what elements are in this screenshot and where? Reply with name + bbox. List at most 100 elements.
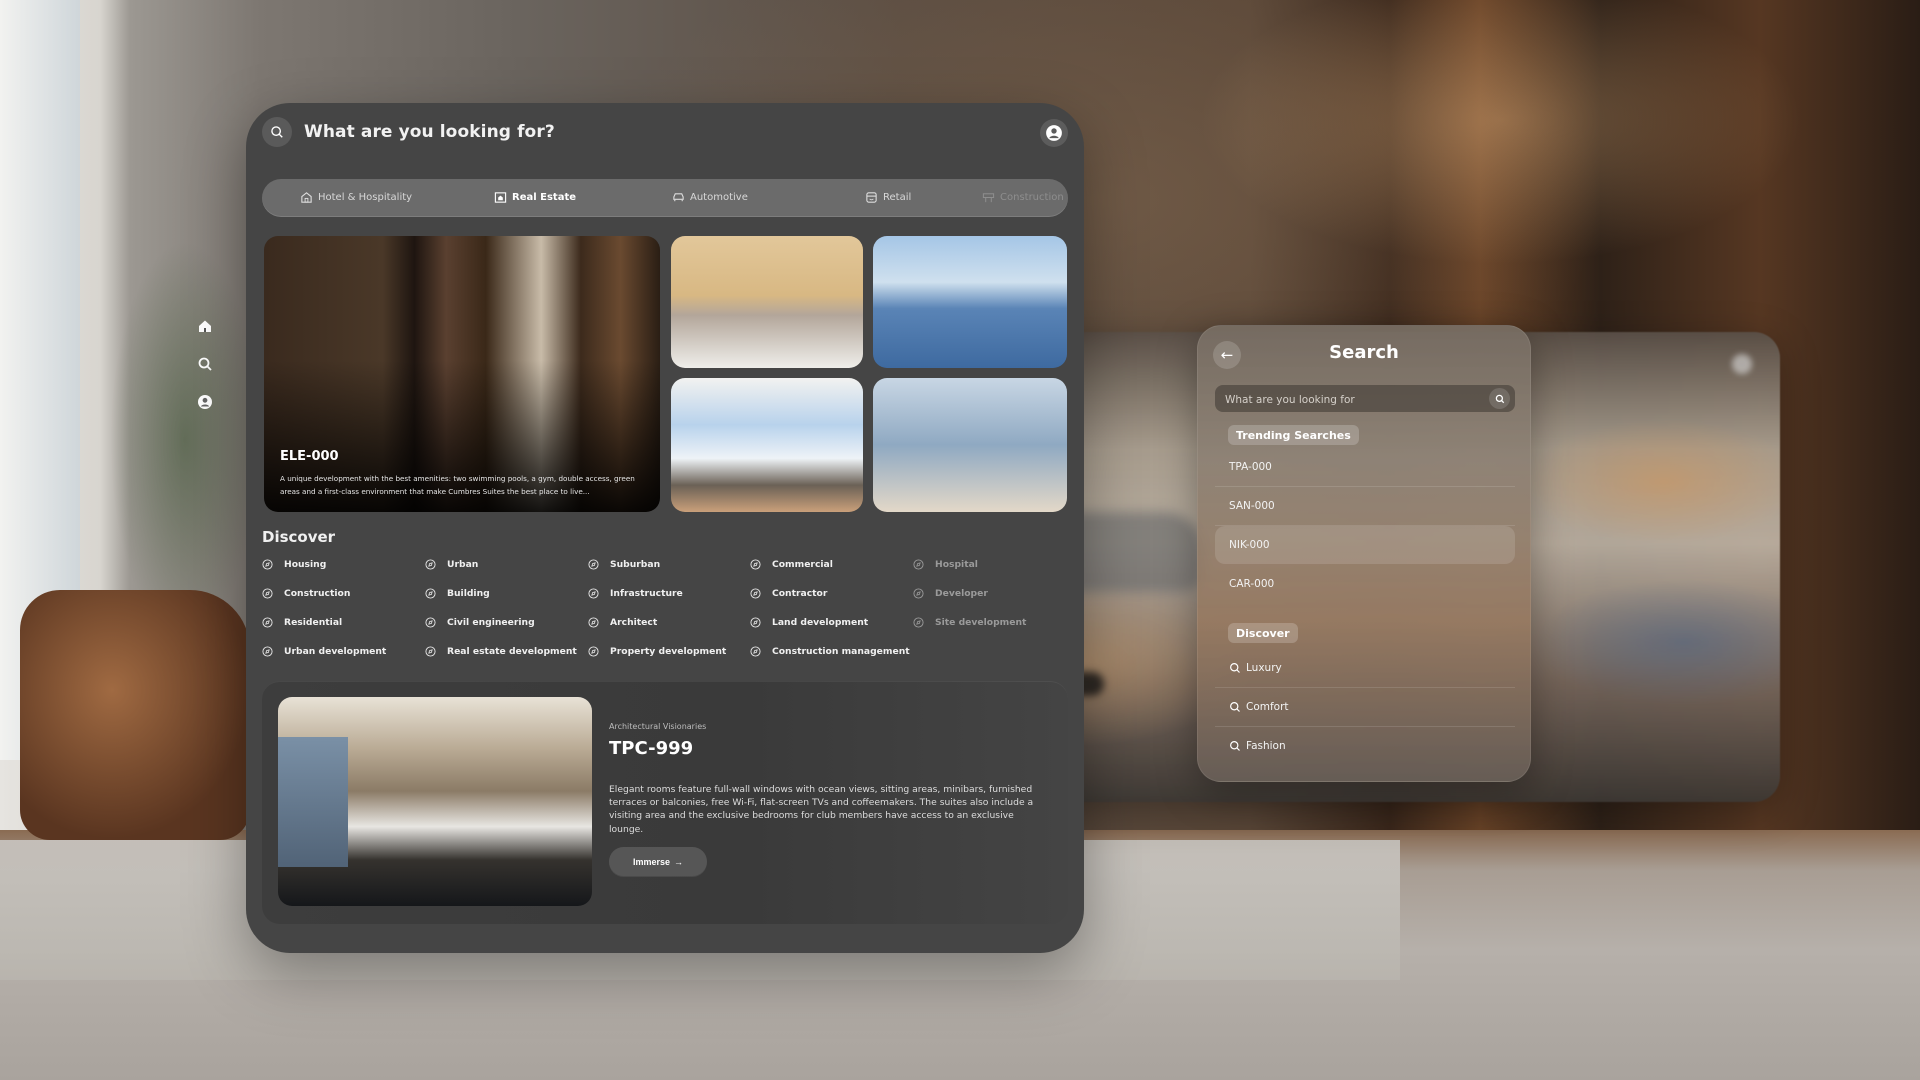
discover-item[interactable]: Property development [588,646,726,657]
compass-icon [262,617,273,628]
discover-item[interactable]: Housing [262,559,326,570]
discover-search-item[interactable]: Fashion [1215,727,1515,765]
trending-search-item[interactable]: CAR-000 [1215,565,1515,603]
immerse-button[interactable]: Immerse → [609,847,707,876]
compass-icon [750,646,761,657]
discover-item[interactable]: Suburban [588,559,660,570]
search-prompt[interactable]: What are you looking for? [304,122,555,142]
search-icon [1230,741,1240,751]
discover-item-label: Construction [284,588,351,599]
tab-construction[interactable]: Construction [982,191,1064,204]
compass-icon [262,559,273,570]
hotel-icon [301,192,312,203]
discover-item[interactable]: Site development [913,617,1026,628]
listing-image-palm[interactable] [873,378,1067,512]
tab-real-estate[interactable]: Real Estate [494,191,576,204]
discover-item-label: Construction management [772,646,910,657]
discover-item[interactable]: Commercial [750,559,833,570]
compass-icon [425,559,436,570]
discover-item[interactable]: Construction [262,588,350,599]
discover-search-item[interactable]: Luxury [1215,649,1515,688]
discover-item-label: Architect [610,617,658,628]
discover-item[interactable]: Urban development [262,646,386,657]
hero-listing-card[interactable]: ELE-000 A unique development with the be… [264,236,660,512]
compass-icon [425,588,436,599]
discover-item-label: Contractor [772,588,828,599]
discover-item-label: Developer [935,588,988,599]
compass-icon [913,617,924,628]
compass-icon [750,559,761,570]
hero-title: ELE-000 [280,449,339,464]
user-icon[interactable] [197,394,213,410]
discover-search-label: Luxury [1246,662,1282,674]
compass-icon [913,588,924,599]
home-icon[interactable] [197,318,213,334]
car-icon [673,193,684,202]
tab-hotel-hospitality[interactable]: Hotel & Hospitality [300,191,412,204]
background-plant [110,240,260,640]
search-submit-button[interactable] [1489,388,1510,409]
search-icon[interactable] [197,356,213,372]
compass-icon [425,617,436,628]
discover-item[interactable]: Civil engineering [425,617,535,628]
main-panel: What are you looking for? Hotel & Hospit… [246,103,1084,953]
discover-item-label: Urban [447,559,479,570]
compass-icon [588,588,599,599]
tab-automotive[interactable]: Automotive [672,191,748,204]
discover-item-label: Infrastructure [610,588,683,599]
listing-image-dining[interactable] [671,236,863,368]
listing-image-pool[interactable] [873,236,1067,368]
real-estate-icon [494,192,507,203]
search-icon [1230,702,1240,712]
discover-item-label: Urban development [284,646,387,657]
discover-search-item[interactable]: Comfort [1215,688,1515,727]
search-icon [271,126,283,138]
discover-item[interactable]: Building [425,588,490,599]
profile-button[interactable] [1040,119,1068,147]
trending-search-item[interactable]: TPA-000 [1215,448,1515,487]
discover-item[interactable]: Land development [750,617,868,628]
discover-item-label: Real estate development [447,646,577,657]
side-nav [196,318,214,410]
discover-item[interactable]: Hospital [913,559,978,570]
compass-icon [913,559,924,570]
trending-search-label: SAN-000 [1229,500,1275,512]
barrier-icon [982,193,995,203]
discover-item[interactable]: Contractor [750,588,827,599]
discover-item[interactable]: Residential [262,617,342,628]
discover-item[interactable]: Infrastructure [588,588,683,599]
discover-item[interactable]: Real estate development [425,646,577,657]
feature-eyebrow: Architectural Visionaries [609,722,707,731]
discover-item[interactable]: Urban [425,559,478,570]
discover-item-label: Building [447,588,490,599]
search-input[interactable] [1223,385,1477,414]
trending-search-item[interactable]: SAN-000 [1215,487,1515,526]
store-icon [866,192,877,203]
compass-icon [750,617,761,628]
search-icon [1495,394,1504,403]
trending-search-label: CAR-000 [1229,578,1275,590]
discover-item-label: Land development [772,617,869,628]
hero-description: A unique development with the best ameni… [280,474,635,496]
discover-item[interactable]: Developer [913,588,988,599]
top-search-bar[interactable]: What are you looking for? [262,117,555,147]
tab-retail[interactable]: Retail [865,191,911,204]
discover-item-label: Property development [610,646,727,657]
search-field [1215,385,1515,414]
user-icon [1046,125,1062,141]
discover-item-label: Site development [935,617,1027,628]
arrow-right-icon: → [674,856,684,867]
compass-icon [262,588,273,599]
background-armchair [20,590,250,840]
search-button[interactable] [262,117,292,147]
search-panel-title: Search [1329,342,1399,363]
discover-item[interactable]: Architect [588,617,657,628]
trending-search-item[interactable]: NIK-000 [1215,526,1515,564]
discover-label: Discover [1228,623,1298,643]
feature-title: TPC-999 [609,738,694,759]
feature-image-bedroom [278,697,592,906]
listing-image-terrace[interactable] [671,378,863,512]
compass-icon [588,559,599,570]
discover-search-label: Fashion [1246,740,1286,752]
discover-item[interactable]: Construction management [750,646,910,657]
